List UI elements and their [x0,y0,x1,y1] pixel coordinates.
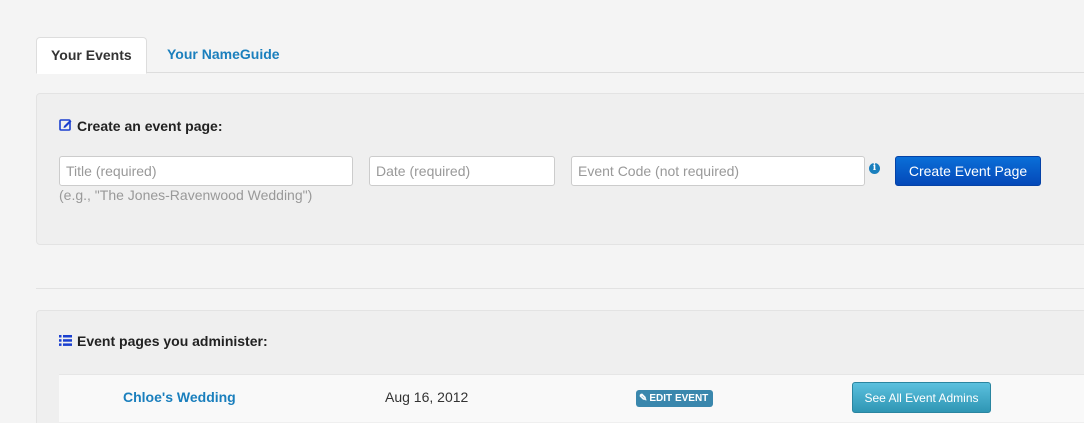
list-icon [59,333,72,349]
event-name-link[interactable]: Chloe's Wedding [123,389,236,405]
create-event-heading: Create an event page: [59,118,223,134]
table-row: Chloe's Wedding Aug 16, 2012 ✎ EDIT EVEN… [59,374,1084,422]
pencil-icon: ✎ [639,393,648,404]
edit-square-icon [59,118,72,134]
section-divider [36,288,1084,289]
event-date: Aug 16, 2012 [385,389,469,405]
see-all-event-admins-button[interactable]: See All Event Admins [852,382,991,413]
tab-your-events[interactable]: Your Events [36,37,147,74]
title-hint: (e.g., "The Jones-Ravenwood Wedding") [59,187,313,203]
administered-events-panel: Event pages you administer: Chloe's Wedd… [36,310,1084,423]
create-event-panel: Create an event page: i Create Event Pag… [36,93,1084,245]
administered-events-heading-text: Event pages you administer: [77,333,268,349]
administered-events-heading: Event pages you administer: [59,333,268,349]
event-title-input[interactable] [59,156,353,186]
tab-your-nameguide[interactable]: Your NameGuide [153,37,294,73]
edit-event-label: EDIT EVENT [649,393,709,404]
edit-event-button[interactable]: ✎ EDIT EVENT [636,390,714,407]
create-event-heading-text: Create an event page: [77,118,223,134]
create-event-page-button[interactable]: Create Event Page [895,156,1041,186]
event-code-input[interactable] [571,156,865,186]
tab-bar: Your Events Your NameGuide [36,37,1084,74]
info-icon[interactable]: i [869,163,880,174]
event-date-input[interactable] [369,156,555,186]
